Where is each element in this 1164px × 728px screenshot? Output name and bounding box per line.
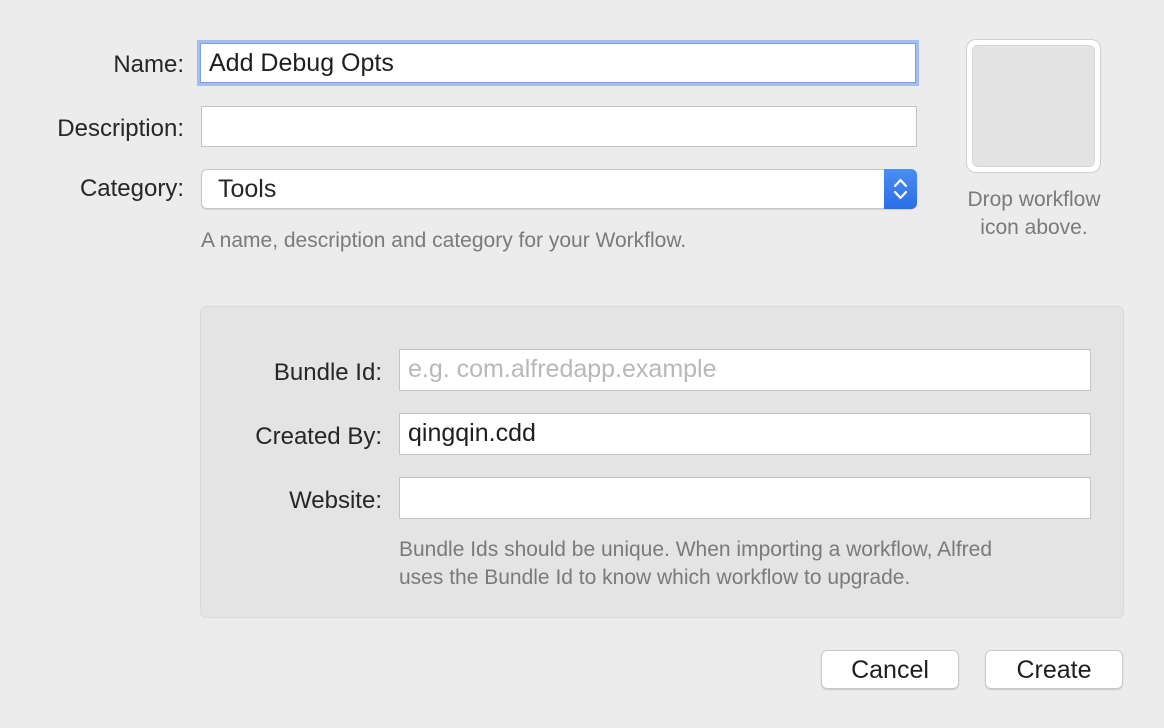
category-select[interactable]: Tools — [201, 169, 917, 209]
chevron-up-down-icon[interactable] — [884, 169, 917, 209]
form-hint: A name, description and category for you… — [201, 229, 687, 252]
icon-placeholder — [972, 45, 1095, 167]
website-label: Website: — [289, 487, 382, 514]
bundle-hint-line1: Bundle Ids should be unique. When import… — [399, 538, 993, 561]
website-field[interactable] — [399, 477, 1091, 519]
category-label: Category: — [79, 175, 184, 202]
name-label: Name: — [113, 51, 184, 78]
bundle-hint-line2: uses the Bundle Id to know which workflo… — [399, 566, 911, 589]
created-by-field[interactable]: qingqin.cdd — [399, 413, 1091, 455]
description-label: Description: — [57, 115, 184, 142]
bundle-id-label: Bundle Id: — [273, 359, 382, 386]
bundle-id-field[interactable]: e.g. com.alfredapp.example — [399, 349, 1091, 391]
created-by-label: Created By: — [255, 423, 382, 450]
category-select-value: Tools — [218, 175, 277, 203]
cancel-button[interactable]: Cancel — [821, 650, 959, 689]
workflow-icon-well[interactable] — [966, 39, 1101, 173]
name-field[interactable]: Add Debug Opts — [200, 43, 916, 83]
create-button[interactable]: Create — [985, 650, 1123, 689]
icon-well-caption-line2: icon above. — [980, 216, 1088, 239]
bundle-hint: Bundle Ids should be unique. When import… — [399, 536, 992, 592]
icon-well-caption-line1: Drop workflow — [967, 188, 1101, 211]
description-field[interactable] — [201, 106, 917, 147]
icon-well-caption: Drop workflow icon above. — [934, 186, 1134, 242]
